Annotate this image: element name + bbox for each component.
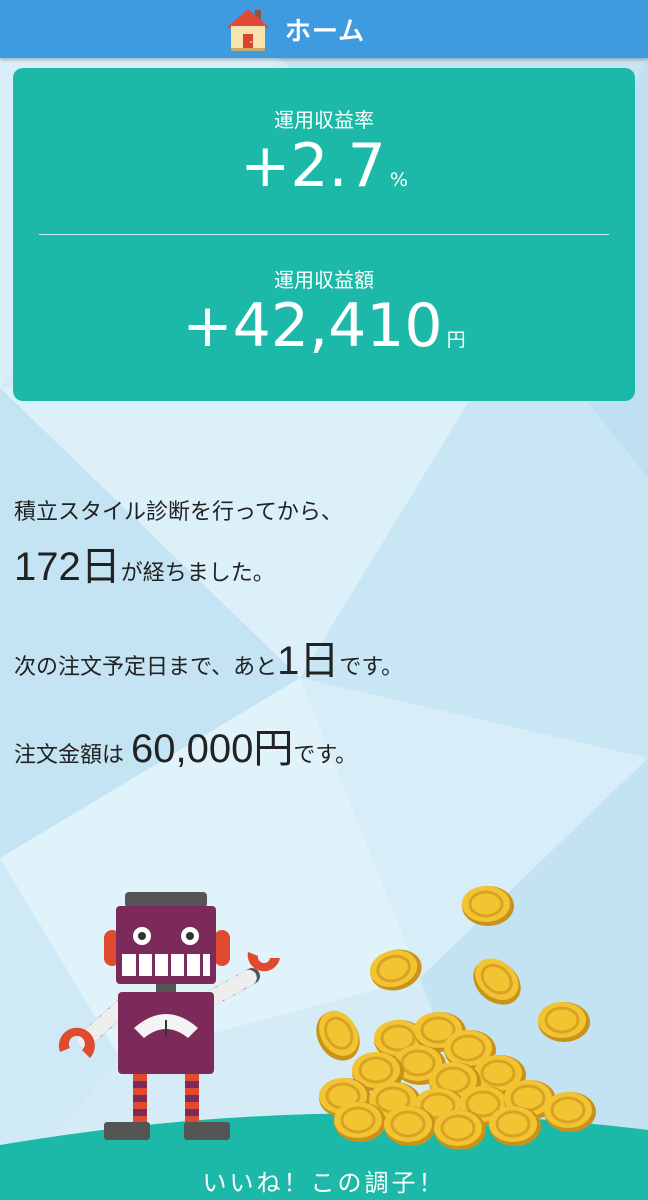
elapsed-days-suffix: が経ちました。 xyxy=(120,561,275,586)
return-amount-value: +42,410 xyxy=(182,291,443,361)
elapsed-days-value: 172日 xyxy=(14,545,121,589)
return-rate-value: +2.7 xyxy=(240,131,386,201)
encouragement-text: いいね！この調子！ xyxy=(202,1168,446,1197)
app-header: ホーム xyxy=(0,0,648,58)
return-amount-label: 運用収益額 xyxy=(274,268,374,292)
elapsed-days-line: 172日が経ちました。 xyxy=(14,534,275,592)
card-divider xyxy=(39,234,609,235)
page-title: ホーム xyxy=(284,16,366,47)
encouragement-banner: いいね！この調子！ xyxy=(0,1160,648,1200)
order-amount-value: 60,000円 xyxy=(131,727,294,771)
next-order-days-value: 1日 xyxy=(277,639,340,683)
next-order-line: 次の注文予定日まで、あと1日です。 xyxy=(14,628,403,686)
return-amount: +42,410 円 xyxy=(13,296,635,356)
robot-coins-illustration xyxy=(0,884,648,1160)
robot-illustration xyxy=(58,892,280,1140)
next-order-prefix: 次の注文予定日まで、あと xyxy=(14,655,278,680)
return-rate: +2.7% xyxy=(13,136,635,196)
return-rate-label: 運用収益率 xyxy=(274,108,374,132)
coin-pile-illustration xyxy=(306,884,598,1152)
return-summary-card: 運用収益率 +2.7% 運用収益額 +42,410 円 xyxy=(13,68,635,401)
order-amount-line: 注文金額は 60,000円です。 xyxy=(14,716,357,774)
diagnosis-intro-text: 積立スタイル診断を行ってから、 xyxy=(14,500,343,525)
order-amount-prefix: 注文金額は xyxy=(14,743,125,768)
order-amount-suffix: です。 xyxy=(293,743,358,768)
return-amount-unit: 円 xyxy=(446,329,466,351)
next-order-suffix: です。 xyxy=(339,655,404,680)
house-icon xyxy=(225,9,270,51)
return-rate-unit: % xyxy=(389,169,408,191)
